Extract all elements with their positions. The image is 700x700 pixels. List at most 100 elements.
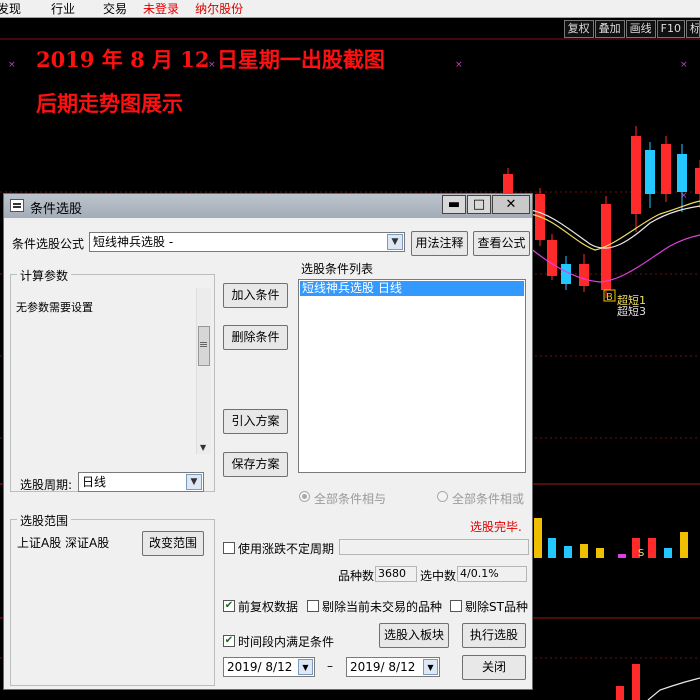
volume-bar — [680, 532, 688, 558]
toolbar-draw-line[interactable]: 画线 — [625, 20, 656, 38]
selected-value: 4/0.1% — [457, 566, 527, 582]
formula-select-value: 短线神兵选股 - — [93, 235, 174, 249]
time-window-label: 时间段内满足条件 — [238, 635, 335, 649]
formula-label: 条件选股公式 — [12, 237, 85, 251]
pre-adjust-label: 前复权数据 — [238, 600, 299, 614]
uncertain-period-checkbox[interactable] — [223, 542, 235, 554]
volume-bar — [664, 548, 672, 558]
volume-marker: S — [638, 548, 644, 559]
window-icon — [10, 199, 24, 212]
count-value: 3680 — [375, 566, 417, 582]
volume-bar — [548, 538, 556, 558]
volume-series — [534, 518, 688, 700]
params-group-title: 计算参数 — [17, 267, 72, 284]
menu-item-trade[interactable]: 交易 — [95, 0, 135, 18]
status-text: 选股完毕. — [470, 520, 522, 534]
to-block-button[interactable]: 选股入板块 — [379, 623, 449, 648]
period-select[interactable]: 日线 ▼ — [78, 472, 204, 492]
menu-item-stock-name[interactable]: 纳尔股份 — [187, 0, 251, 18]
volume-bar — [618, 554, 626, 558]
volume-bar — [534, 518, 542, 558]
condition-stock-picker-dialog: 条件选股 ▬ □ ✕ 条件选股公式 短线神兵选股 - ▼ 用法注释 查看公式 计… — [3, 193, 533, 690]
progress-bar — [339, 539, 529, 555]
exclude-st-checkbox[interactable] — [450, 600, 462, 612]
menu-item-industry[interactable]: 行业 — [43, 0, 83, 18]
range-group-title: 选股范围 — [17, 512, 72, 529]
candle-body — [601, 204, 611, 290]
period-label: 选股周期: — [20, 478, 73, 492]
menu-item-login[interactable]: 未登录 — [135, 0, 187, 18]
chevron-down-icon[interactable]: ▼ — [423, 659, 438, 675]
radio-all-or[interactable] — [437, 491, 448, 502]
pre-adjust-checkbox[interactable]: ✔ — [223, 600, 235, 612]
exclude-untraded-checkbox[interactable] — [307, 600, 319, 612]
date-from-picker[interactable]: 2019/ 8/12 ▼ — [223, 657, 315, 677]
radio-all-or-label: 全部条件相或 — [452, 492, 525, 506]
save-plan-button[interactable]: 保存方案 — [223, 452, 288, 477]
params-text: 无参数需要设置 — [16, 301, 93, 314]
headline-date: 2019 年 8 月 12 日星期一出股截图 — [36, 47, 385, 72]
period-select-value: 日线 — [82, 475, 107, 489]
add-condition-button[interactable]: 加入条件 — [223, 283, 288, 308]
toolbar-overlay[interactable]: 叠加 — [594, 20, 625, 38]
toolbar-f10[interactable]: F10 — [656, 20, 685, 38]
date-to-picker[interactable]: 2019/ 8/12 ▼ — [346, 657, 440, 677]
toolbar-mark[interactable]: 标 — [686, 20, 700, 38]
minimize-button[interactable]: ▬ — [442, 195, 466, 214]
signal-label-2: 超短3 — [617, 304, 646, 318]
dialog-title: 条件选股 — [30, 202, 83, 217]
menu-item-discover[interactable]: 发现 — [0, 0, 29, 18]
condition-list-label: 选股条件列表 — [301, 262, 374, 276]
date-to-value: 2019/ 8/12 — [350, 660, 416, 674]
radio-all-and-label: 全部条件相与 — [314, 492, 387, 506]
usage-notes-button[interactable]: 用法注释 — [411, 231, 468, 256]
chevron-down-icon[interactable]: ▼ — [298, 659, 313, 675]
volume-bar — [596, 548, 604, 558]
svg-text:×: × — [455, 60, 463, 70]
svg-text:×: × — [8, 60, 16, 70]
close-button[interactable]: 关闭 — [462, 655, 526, 680]
date-separator: – — [327, 659, 333, 673]
close-window-button[interactable]: ✕ — [492, 195, 530, 214]
candle-body — [695, 168, 700, 194]
exclude-st-label: 剔除ST品种 — [465, 600, 528, 614]
params-scrollbar[interactable]: ▼ — [196, 288, 211, 454]
top-menu-bar: 发现 行业 交易 未登录 纳尔股份 — [0, 0, 700, 18]
execute-button[interactable]: 执行选股 — [462, 623, 526, 648]
radio-all-and[interactable] — [299, 491, 310, 502]
buy-signal-marker: B — [603, 289, 616, 303]
change-range-button[interactable]: 改变范围 — [142, 531, 204, 556]
delete-condition-button[interactable]: 删除条件 — [223, 325, 288, 350]
range-text: 上证A股 深证A股 — [17, 536, 110, 550]
chevron-down-icon[interactable]: ▼ — [387, 234, 403, 250]
candle-body — [677, 154, 687, 192]
chart-toolbar: 复权 叠加 画线 F10 标 — [563, 20, 700, 38]
bottom-indicator-line — [647, 677, 700, 700]
exclude-untraded-label: 剔除当前未交易的品种 — [322, 600, 443, 614]
volume-bar — [580, 544, 588, 558]
date-from-value: 2019/ 8/12 — [227, 660, 293, 674]
cross-markers: ×××× ×××× — [8, 60, 688, 201]
count-label: 品种数 — [338, 569, 375, 583]
maximize-button[interactable]: □ — [467, 195, 491, 214]
svg-text:×: × — [680, 191, 688, 201]
candle-body — [631, 136, 641, 214]
candle-body — [661, 144, 671, 194]
toolbar-restore-rights[interactable]: 复权 — [563, 20, 594, 38]
volume-bar — [648, 538, 656, 558]
svg-text:×: × — [680, 60, 688, 70]
formula-select[interactable]: 短线神兵选股 - ▼ — [89, 232, 405, 252]
chevron-down-icon[interactable]: ▼ — [186, 474, 202, 490]
headline-trend: 后期走势图展示 — [36, 91, 183, 116]
view-formula-button[interactable]: 查看公式 — [473, 231, 530, 256]
svg-text:B: B — [606, 292, 613, 303]
candle-body — [645, 150, 655, 194]
import-plan-button[interactable]: 引入方案 — [223, 409, 288, 434]
candle-body — [579, 264, 589, 286]
time-window-checkbox[interactable]: ✔ — [223, 635, 235, 647]
volume-bar — [564, 546, 572, 558]
dialog-titlebar[interactable]: 条件选股 ▬ □ ✕ — [4, 194, 532, 218]
condition-list[interactable]: 短线神兵选股 日线 — [298, 279, 526, 473]
condition-list-item[interactable]: 短线神兵选股 日线 — [300, 281, 524, 296]
selected-label: 选中数 — [420, 569, 457, 583]
